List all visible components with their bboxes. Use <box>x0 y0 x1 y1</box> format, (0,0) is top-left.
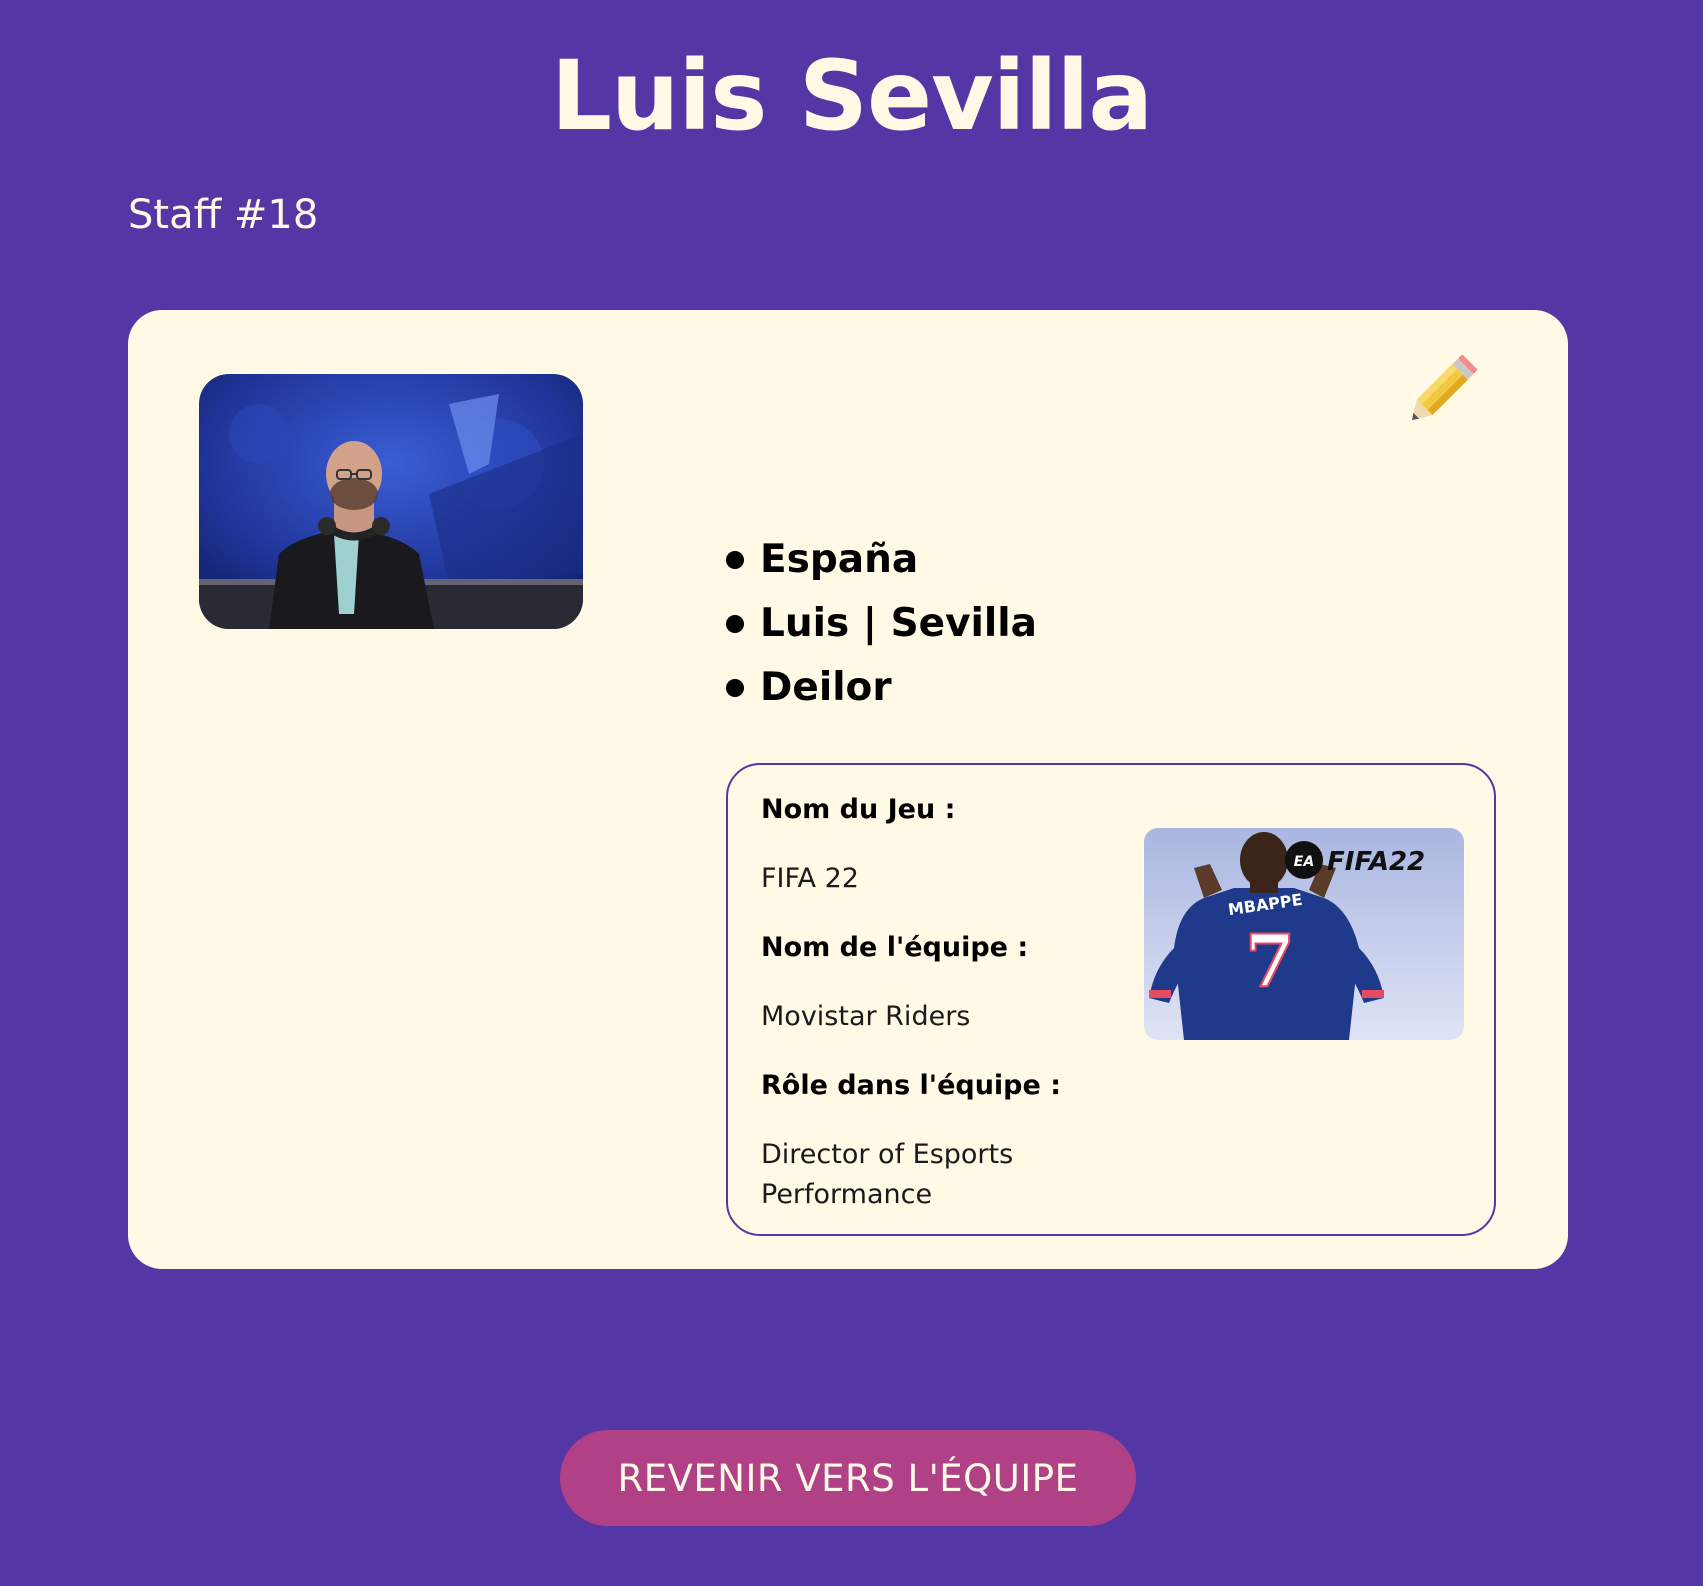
team-name-value: Movistar Riders <box>761 1001 971 1032</box>
avatar <box>199 374 583 629</box>
staff-number: Staff #18 <box>128 192 319 238</box>
list-item: Luis | Sevilla <box>726 592 1037 656</box>
profile-card: España Luis | Sevilla Deilor Nom du Jeu … <box>128 310 1568 1269</box>
player-details-list: España Luis | Sevilla Deilor <box>726 528 1037 720</box>
game-cover-image: MBAPPE 7 EA FIFA22 <box>1144 828 1464 1040</box>
ea-logo-text: EA <box>1294 854 1314 870</box>
page-title: Luis Sevilla <box>550 40 1153 152</box>
fifa22-logo-text: FIFA22 <box>1327 847 1425 877</box>
game-info-box: Nom du Jeu : FIFA 22 Nom de l'équipe : M… <box>726 763 1496 1236</box>
list-item: España <box>726 528 1037 592</box>
game-name-label: Nom du Jeu : <box>761 794 956 825</box>
game-name-value: FIFA 22 <box>761 863 859 894</box>
back-to-team-button[interactable]: REVENIR VERS L'ÉQUIPE <box>560 1430 1136 1526</box>
game-info-text: Nom du Jeu : FIFA 22 Nom de l'équipe : M… <box>761 795 1121 1215</box>
bullet-icon <box>726 679 744 697</box>
role-label: Rôle dans l'équipe : <box>761 1070 1062 1101</box>
full-name-text: Luis | Sevilla <box>760 601 1037 646</box>
bullet-icon <box>726 551 744 569</box>
nickname-text: Deilor <box>760 665 892 710</box>
list-item: Deilor <box>726 656 1037 720</box>
country-text: España <box>760 537 919 582</box>
role-value: Director of Esports Performance <box>761 1139 1014 1210</box>
team-name-label: Nom de l'équipe : <box>761 932 1029 963</box>
pencil-icon[interactable] <box>1396 346 1486 436</box>
bullet-icon <box>726 615 744 633</box>
jersey-number-text: 7 <box>1245 918 1295 1003</box>
